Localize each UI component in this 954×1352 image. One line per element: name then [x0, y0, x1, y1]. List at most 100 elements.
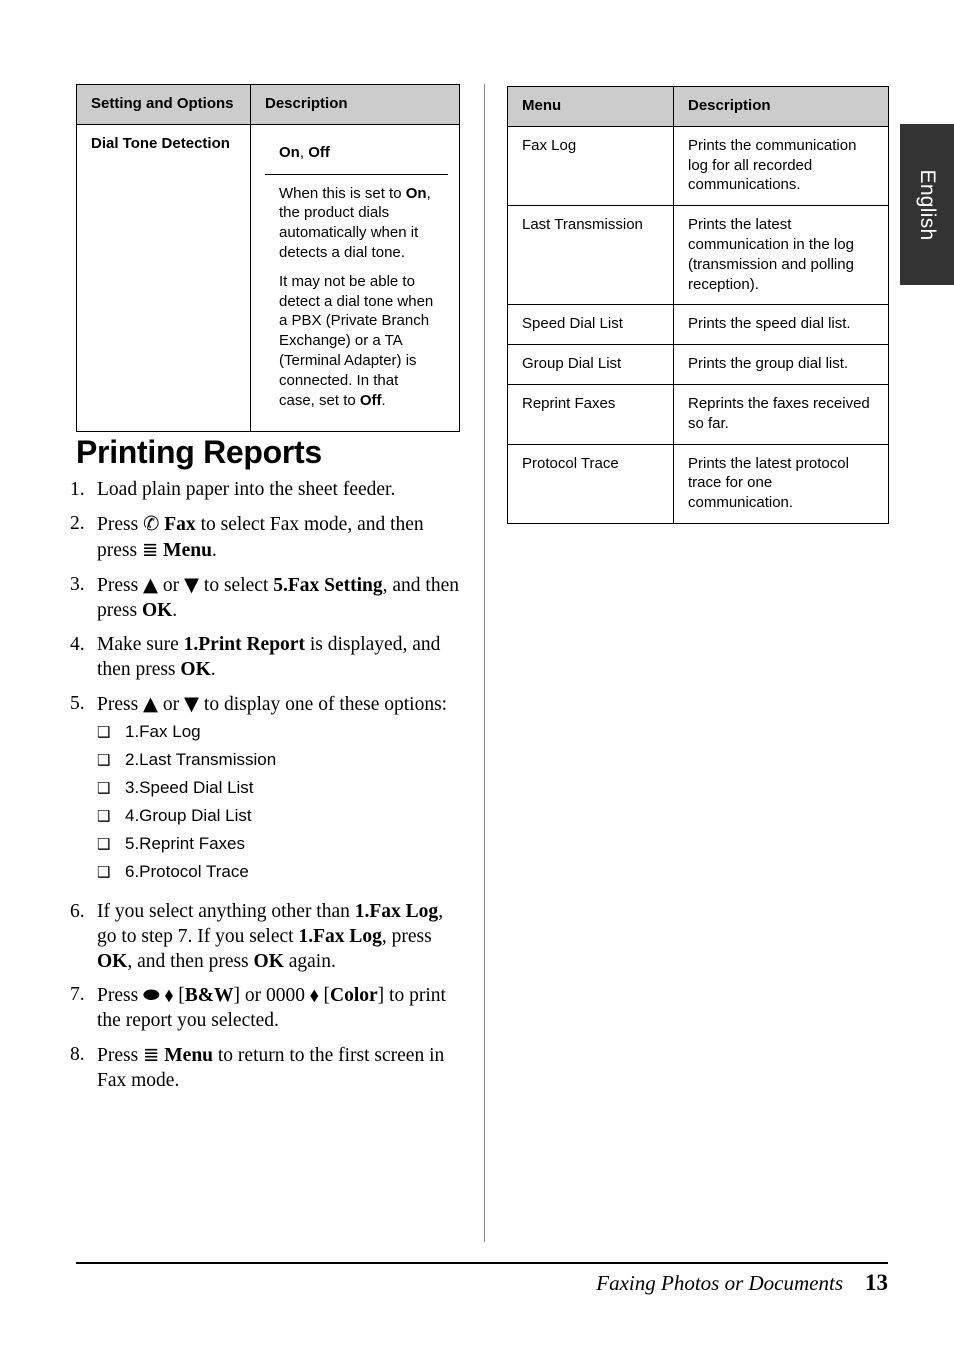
procedure-step: 2. Press ✆ Fax to select Fax mode, and th…	[70, 512, 462, 564]
cell-menu-name: Group Dial List	[507, 344, 674, 385]
list-item-label: 6.Protocol Trace	[125, 861, 249, 881]
table-header-row: Setting and Options Description	[76, 84, 460, 125]
desc-p1-bold: On	[405, 184, 427, 202]
table-row: Protocol Trace Prints the latest protocol…	[507, 443, 889, 524]
list-item-label: 2.Last Transmission	[125, 749, 277, 769]
list-item: ❑ 2.Last Transmission	[97, 751, 462, 768]
square-bullet-icon: ❑	[97, 723, 111, 741]
desc-p2-bold: Off	[359, 391, 382, 409]
step-number: 8.	[70, 1044, 85, 1066]
step-emphasis: 1.Fax Log	[354, 900, 439, 922]
procedure-step: 6. If you select anything other than 1.Fa…	[70, 900, 462, 975]
step-text-run: or	[158, 693, 185, 715]
options-row: On, Off	[265, 133, 448, 175]
ink-drop-icon: ⬬	[143, 983, 160, 1007]
step-text-run: .	[211, 539, 217, 561]
cell-description-text: When this is set to On, the product dial…	[265, 174, 448, 421]
page-title: Printing Reports	[76, 434, 322, 470]
step-text-run: .	[172, 599, 178, 621]
cell-menu-description: Prints the group dial list.	[673, 344, 889, 385]
step-emphasis: 1.Fax Log	[298, 925, 382, 947]
menu-icon: ≣	[141, 537, 159, 561]
procedure-steps: 1. Load plain paper into the sheet feeder…	[70, 478, 462, 1103]
step-text: Press ▲ or ▼ to display one of these opt…	[97, 692, 462, 891]
step-emphasis: OK	[97, 950, 128, 972]
manual-page: English Setting and Options Description …	[0, 0, 954, 1352]
step-number: 4.	[70, 633, 85, 655]
page-number: 13	[865, 1270, 888, 1295]
step-text-run: Press	[97, 693, 144, 715]
step-text-run: Load plain paper into the sheet feeder.	[97, 479, 396, 500]
description-paragraph-1: When this is set to On, the product dial…	[279, 184, 437, 263]
step-emphasis: OK	[180, 658, 211, 680]
desc-p2-part-a: It may not be able to detect a dial tone…	[279, 272, 434, 409]
right-column: Menu Description Fax Log Prints the commu…	[507, 86, 889, 524]
list-item: ❑ 5.Reprint Faxes	[97, 835, 462, 852]
cell-menu-name: Protocol Trace	[507, 443, 674, 524]
cell-menu-description: Prints the speed dial list.	[673, 304, 889, 346]
option-on: On	[279, 143, 300, 161]
step-text: Press ≣ Menu to return to the first scre…	[97, 1043, 462, 1094]
step-text: Press ⬬ ⬧ [B&W] or 0000 ⬧ [Color] to pri…	[97, 983, 462, 1034]
cell-menu-name: Fax Log	[507, 125, 674, 207]
description-subtable: On, Off When this is set to On, the prod…	[265, 133, 448, 422]
cell-menu-description: Reprints the faxes received so far.	[673, 383, 889, 445]
description-paragraph-2: It may not be able to detect a dial tone…	[279, 272, 437, 411]
cell-setting-name: Dial Tone Detection	[76, 123, 251, 433]
step-emphasis: OK	[253, 950, 284, 972]
step-text-run: , and then press	[127, 950, 254, 972]
start-diamond-icon: ⬧	[309, 983, 319, 1007]
step-emphasis: Color	[330, 985, 378, 1007]
step-number: 7.	[70, 984, 85, 1006]
step-text-run: [	[173, 985, 185, 1007]
step-text: If you select anything other than 1.Fax …	[97, 900, 462, 975]
step-number: 2.	[70, 512, 85, 534]
procedure-step: 4. Make sure 1.Print Report is displayed,…	[70, 633, 462, 683]
cell-menu-name: Speed Dial List	[507, 304, 674, 346]
list-item: ❑ 1.Fax Log	[97, 723, 462, 740]
step-number: 1.	[70, 479, 85, 500]
cell-menu-description: Prints the latest protocol trace for one…	[673, 443, 889, 524]
desc-p1-part-a: When this is set to	[279, 184, 406, 202]
list-item-label: 4.Group Dial List	[125, 805, 252, 825]
step-text-run: to display one of these options:	[199, 693, 448, 715]
step-text: Press ✆ Fax to select Fax mode, and then…	[97, 512, 462, 564]
step-emphasis: B&W	[184, 985, 234, 1007]
step-emphasis: 5.Fax Setting	[273, 574, 383, 596]
cell-menu-name: Reprint Faxes	[507, 383, 674, 445]
list-item-label: 1.Fax Log	[125, 721, 201, 741]
procedure-step: 8. Press ≣ Menu to return to the first sc…	[70, 1043, 462, 1094]
column-header-description: Description	[673, 86, 889, 127]
table-row: Dial Tone Detection On, Off When this is…	[76, 123, 460, 433]
footer: Faxing Photos or Documents 13	[76, 1270, 888, 1296]
menu-icon: ≣	[143, 1043, 160, 1067]
step-text-run: again.	[283, 950, 336, 972]
table-header-row: Menu Description	[507, 86, 889, 127]
procedure-step: 3. Press ▲ or ▼ to select 5.Fax Setting, …	[70, 573, 462, 624]
step-text-run: .	[210, 658, 216, 680]
step-text-run: Press	[97, 513, 144, 535]
column-header-menu: Menu	[507, 86, 674, 127]
up-arrow-icon: ▲	[143, 691, 159, 715]
square-bullet-icon: ❑	[97, 751, 111, 769]
step-text-run: Press	[97, 1045, 144, 1067]
step-emphasis: OK	[141, 599, 173, 621]
step-emphasis: Menu	[163, 539, 212, 561]
step-number: 6.	[70, 900, 85, 922]
language-tab-label: English	[916, 169, 939, 240]
report-options-list: ❑ 1.Fax Log ❑ 2.Last Transmission ❑ 3.Speed D…	[97, 723, 462, 880]
footer-rule	[76, 1262, 888, 1264]
table-row: Last Transmission Prints the latest commu…	[507, 205, 889, 306]
option-separator: ,	[299, 143, 309, 161]
step-emphasis: Menu	[164, 1045, 214, 1067]
step-text-run: Make sure	[97, 633, 184, 655]
report-menu-table-body: Fax Log Prints the communication log for …	[507, 125, 889, 524]
language-tab: English	[900, 124, 954, 285]
step-text-run: If you select anything other than	[97, 900, 355, 922]
table-row: Fax Log Prints the communication log for …	[507, 125, 889, 207]
table-row: Speed Dial List Prints the speed dial lis…	[507, 304, 889, 346]
procedure-step: 1. Load plain paper into the sheet feeder…	[70, 478, 462, 503]
step-text: Load plain paper into the sheet feeder.	[97, 478, 462, 503]
fax-icon: ✆	[143, 511, 160, 535]
square-bullet-icon: ❑	[97, 863, 111, 881]
